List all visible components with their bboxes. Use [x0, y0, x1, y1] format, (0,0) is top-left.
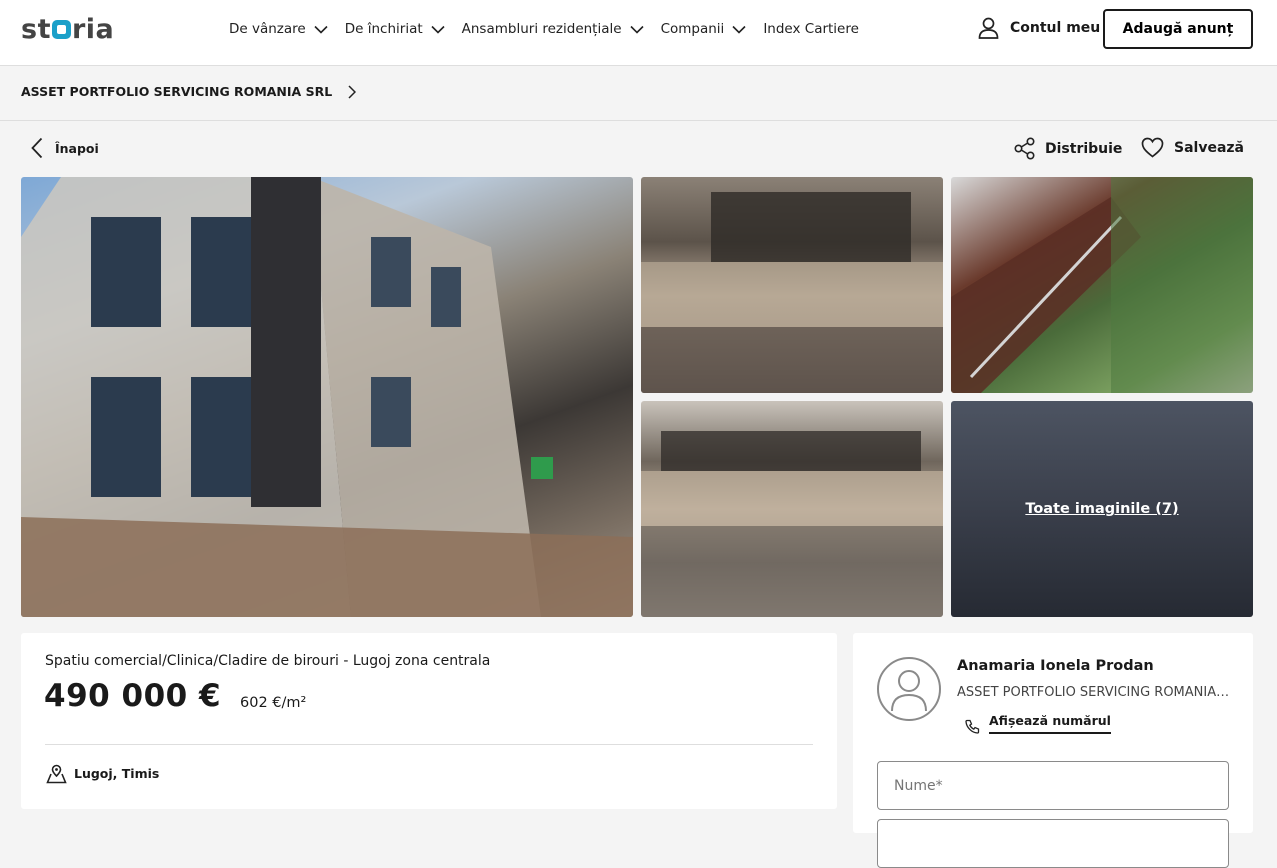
top-bar: st ria De vânzare De închiriat Ansambluri… — [0, 0, 1277, 66]
nav-item-label: Companii — [660, 21, 725, 37]
storia-logo[interactable]: st ria — [21, 14, 114, 45]
heart-icon — [1141, 137, 1164, 158]
user-icon — [978, 17, 999, 39]
logo-text-start: st — [21, 14, 51, 45]
interior-hall-image — [641, 431, 943, 617]
chevron-right-icon — [348, 84, 357, 99]
main-nav: De vânzare De închiriat Ansambluri rezid… — [229, 18, 876, 40]
staircase-image — [951, 177, 1253, 393]
nav-item-residential-complexes[interactable]: Ansambluri rezidențiale — [462, 18, 644, 40]
location-label: Lugoj, Timis — [74, 766, 160, 781]
back-label: Înapoi — [55, 140, 99, 156]
back-button[interactable]: Înapoi — [31, 137, 99, 159]
price-per-sqm: 602 €/m² — [240, 695, 307, 711]
share-label: Distribuie — [1045, 140, 1123, 157]
agent-company[interactable]: ASSET PORTFOLIO SERVICING ROMANIA SRL — [957, 685, 1233, 700]
chevron-down-icon — [732, 25, 746, 34]
nav-item-companies[interactable]: Companii — [661, 18, 747, 40]
divider — [45, 744, 813, 745]
account-label: Contul meu — [1010, 20, 1101, 36]
save-button[interactable]: Salvează — [1141, 137, 1244, 158]
share-icon — [1014, 137, 1035, 160]
nav-item-label: Ansambluri rezidențiale — [461, 21, 622, 37]
gallery-photo[interactable] — [641, 177, 943, 393]
contact-field[interactable] — [877, 819, 1229, 868]
chevron-down-icon — [629, 25, 644, 34]
logo-mark-icon — [51, 20, 71, 39]
map-pin-icon — [46, 764, 67, 784]
gallery-photo[interactable] — [641, 401, 943, 617]
name-field[interactable] — [877, 761, 1229, 810]
nav-item-neighborhood-index[interactable]: Index Cartiere — [763, 18, 859, 40]
listing-title: Spatiu comercial/Clinica/Cladire de biro… — [45, 653, 491, 669]
chevron-down-icon — [314, 25, 328, 34]
agent-name: Anamaria Ionela Prodan — [957, 658, 1154, 674]
interior-room-image — [641, 192, 943, 393]
save-label: Salvează — [1174, 139, 1244, 156]
nav-item-label: De închiriat — [344, 21, 423, 37]
nav-item-label: Index Cartiere — [763, 21, 859, 37]
add-listing-button[interactable]: Adaugă anunț — [1103, 9, 1253, 49]
breadcrumb-bar: ASSET PORTFOLIO SERVICING ROMANIA SRL — [0, 66, 1277, 121]
nav-item-for-sale[interactable]: De vânzare — [229, 18, 328, 40]
all-photos-link[interactable]: Toate imaginile (7) — [1025, 501, 1178, 517]
building-facade-image — [21, 177, 633, 617]
avatar — [877, 657, 941, 721]
all-photos-tile[interactable]: Toate imaginile (7) — [951, 401, 1253, 617]
phone-icon — [965, 719, 980, 734]
gallery-photo[interactable] — [951, 177, 1253, 393]
user-icon — [891, 670, 927, 711]
chevron-down-icon — [431, 25, 445, 34]
show-phone-number-button[interactable]: Afișează numărul — [965, 713, 1111, 734]
breadcrumb-label: ASSET PORTFOLIO SERVICING ROMANIA SRL — [21, 84, 333, 99]
listing-price: 490 000 € — [44, 678, 222, 714]
listing-location[interactable]: Lugoj, Timis — [46, 763, 159, 784]
listing-info-card: Spatiu comercial/Clinica/Cladire de biro… — [21, 633, 837, 809]
nav-item-label: De vânzare — [229, 21, 306, 37]
show-number-label: Afișează numărul — [989, 713, 1111, 734]
breadcrumb[interactable]: ASSET PORTFOLIO SERVICING ROMANIA SRL — [21, 84, 357, 99]
account-link[interactable]: Contul meu — [978, 17, 1100, 39]
logo-text-end: ria — [71, 14, 115, 45]
chevron-left-icon — [31, 137, 43, 159]
main-photo[interactable] — [21, 177, 633, 617]
nav-item-for-rent[interactable]: De închiriat — [345, 18, 445, 40]
share-button[interactable]: Distribuie — [1014, 137, 1122, 160]
agent-card: Anamaria Ionela Prodan ASSET PORTFOLIO S… — [853, 633, 1253, 868]
